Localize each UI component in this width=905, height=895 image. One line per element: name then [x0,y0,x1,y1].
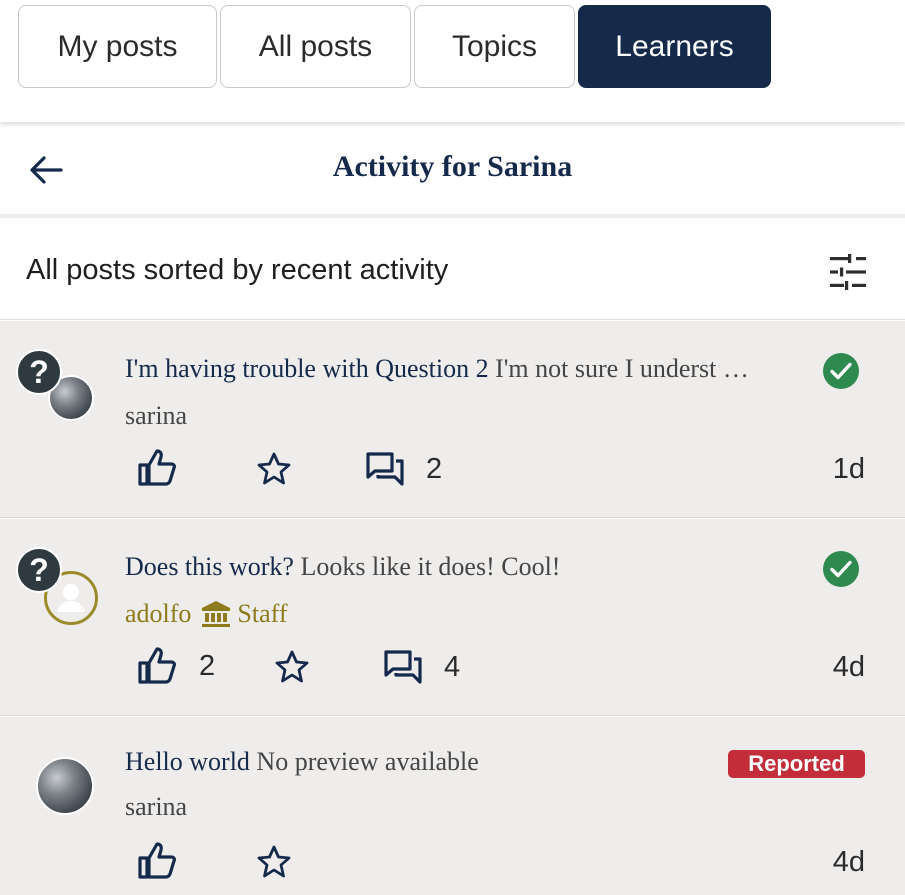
list-item[interactable]: Hello world No preview available Reporte… [0,717,905,895]
page-title: Activity for Sarina [332,150,573,183]
like-button[interactable] [137,449,199,487]
post-title[interactable]: Does this work? Looks like it does! Cool… [125,552,560,582]
page-header: Activity for Sarina [0,122,905,218]
follow-button[interactable] [274,649,310,685]
thumbs-up-icon [138,842,176,879]
author-name[interactable]: sarina [125,401,187,431]
follow-button[interactable] [256,451,292,487]
thumbs-up-icon [138,647,176,684]
like-button[interactable] [137,842,199,880]
star-icon [257,452,291,485]
author-name[interactable]: adolfo Staff [125,599,288,629]
comments-icon [366,452,404,486]
filter-label: All posts sorted by recent activity [26,254,449,286]
comments-button[interactable]: 2 [366,451,442,487]
comment-count: 4 [444,650,461,683]
like-count: 2 [199,649,216,682]
comment-count: 2 [426,452,443,485]
post-age: 1d [832,453,865,485]
comments-icon [384,650,422,684]
filter-bar: All posts sorted by recent activity [0,222,905,320]
star-icon [257,845,291,878]
list-item[interactable]: ? I'm having trouble with Question 2 I'm… [0,321,905,518]
tab-my-posts[interactable]: My posts [18,5,217,88]
question-icon: ? [16,349,62,395]
author-name[interactable]: sarina [125,792,187,822]
answered-check-icon [823,353,859,389]
post-title[interactable]: I'm having trouble with Question 2 I'm n… [125,354,749,384]
post-age: 4d [832,846,865,878]
filter-sliders-icon[interactable] [828,254,868,290]
thumbs-up-icon [138,449,176,486]
star-icon [275,650,309,683]
list-item[interactable]: ? Does this work? Looks like it does! Co… [0,519,905,716]
post-title[interactable]: Hello world No preview available [125,747,479,777]
role-badge: Staff [237,599,288,628]
tab-learners[interactable]: Learners [578,5,771,88]
reported-badge: Reported [728,750,865,778]
question-icon: ? [16,547,62,593]
tab-all-posts[interactable]: All posts [220,5,411,88]
tab-bar: My posts All posts Topics Learners [0,0,905,122]
avatar [36,757,94,815]
post-age: 4d [832,651,865,683]
comments-button[interactable]: 4 [384,649,460,685]
tab-topics[interactable]: Topics [414,5,575,88]
answered-check-icon [823,551,859,587]
follow-button[interactable] [256,844,292,880]
institution-icon [202,601,231,627]
like-button[interactable]: 2 [137,647,215,685]
